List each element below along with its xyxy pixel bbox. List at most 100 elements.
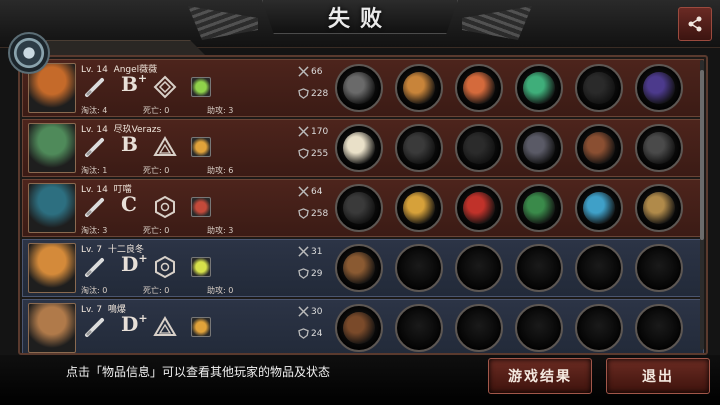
item-slot[interactable] [635, 304, 683, 352]
player-avatar[interactable] [28, 183, 76, 233]
item-image [343, 312, 375, 344]
player-level: Lv. 7 [81, 305, 103, 315]
shield-icon [298, 148, 309, 159]
player-stats: 淘汰: 3 死亡: 0 助攻: 3 [81, 225, 233, 236]
item-slot[interactable] [455, 184, 503, 232]
hint-text: 点击「物品信息」可以查看其他玩家的物品及状态 [66, 365, 331, 379]
defense-value: 24 [311, 329, 323, 339]
crossed-swords-icon [298, 246, 309, 257]
item-slot[interactable] [575, 64, 623, 112]
item-image [343, 72, 375, 104]
item-slot[interactable] [575, 304, 623, 352]
item-slot[interactable] [635, 124, 683, 172]
assist-count: 助攻: 0 [207, 286, 234, 295]
team-tab[interactable] [46, 40, 206, 56]
kill-stat: 66 [298, 66, 322, 77]
death-count: 死亡: 0 [143, 106, 170, 115]
defense-stat: 258 [298, 208, 328, 219]
item-image [523, 72, 555, 104]
player-level: Lv. 14 [81, 65, 108, 75]
item-image [403, 132, 435, 164]
item-slot[interactable] [395, 244, 443, 292]
item-slot[interactable] [335, 304, 383, 352]
grade-plus: + [137, 72, 148, 85]
kill-stat: 30 [298, 306, 322, 317]
share-button[interactable] [678, 7, 712, 41]
item-slot[interactable] [395, 304, 443, 352]
exit-button[interactable]: 退出 [606, 358, 710, 394]
kill-value: 30 [311, 307, 323, 317]
item-slot[interactable] [575, 244, 623, 292]
item-slot[interactable] [575, 184, 623, 232]
death-count: 死亡: 0 [143, 286, 170, 295]
assist-count: 助攻: 3 [207, 106, 234, 115]
player-stats: 淘汰: 1 死亡: 0 助攻: 6 [81, 165, 233, 176]
player-avatar[interactable] [28, 303, 76, 353]
player-grade: D+ [121, 312, 148, 336]
item-image [523, 132, 555, 164]
game-result-button[interactable]: 游戏结果 [488, 358, 592, 394]
item-slot[interactable] [515, 304, 563, 352]
player-level: Lv. 7 [81, 245, 103, 255]
player-stats: 淘汰: 4 死亡: 0 助攻: 3 [81, 105, 233, 116]
item-image [583, 132, 615, 164]
share-icon [688, 16, 702, 32]
crossed-swords-icon [298, 186, 309, 197]
item-slot[interactable] [335, 64, 383, 112]
item-slot[interactable] [515, 124, 563, 172]
death-count: 死亡: 0 [143, 166, 170, 175]
player-row[interactable]: Lv. 7 鳴爆 D+ 30 24 [22, 299, 704, 353]
assist-count: 助攻: 3 [207, 226, 234, 235]
player-level: Lv. 14 [81, 125, 108, 135]
player-row[interactable]: Lv. 14 Angel薇薇 B+ 淘汰: 4 死亡: 0 助攻: 3 66 228 [22, 59, 704, 117]
item-image [463, 192, 495, 224]
player-stats: 淘汰: 0 死亡: 0 助攻: 0 [81, 285, 233, 296]
item-slot[interactable] [335, 184, 383, 232]
item-image [583, 192, 615, 224]
item-slot[interactable] [455, 64, 503, 112]
item-slot[interactable] [335, 124, 383, 172]
left-wing-ornament [188, 6, 258, 40]
scroll-thumb[interactable] [700, 70, 704, 240]
item-slot[interactable] [455, 304, 503, 352]
item-slot[interactable] [515, 64, 563, 112]
shield-icon [298, 268, 309, 279]
player-level: Lv. 14 [81, 185, 108, 195]
eliminated-count: 淘汰: 1 [81, 166, 108, 175]
item-slot[interactable] [395, 184, 443, 232]
item-slot[interactable] [515, 184, 563, 232]
skill-icon [191, 317, 211, 337]
player-row[interactable]: Lv. 14 叮噹 C 淘汰: 3 死亡: 0 助攻: 3 64 258 [22, 179, 704, 237]
player-avatar[interactable] [28, 243, 76, 293]
defense-value: 228 [311, 89, 329, 99]
eliminated-count: 淘汰: 3 [81, 226, 108, 235]
item-image [583, 72, 615, 104]
item-slot[interactable] [455, 244, 503, 292]
kill-stat: 64 [298, 186, 322, 197]
item-image [343, 192, 375, 224]
item-slot[interactable] [575, 124, 623, 172]
item-image [643, 72, 675, 104]
item-slot[interactable] [515, 244, 563, 292]
kill-value: 66 [311, 67, 323, 77]
item-image [463, 132, 495, 164]
scrollbar[interactable] [700, 60, 704, 350]
item-slot[interactable] [335, 244, 383, 292]
item-image [403, 192, 435, 224]
death-count: 死亡: 0 [143, 226, 170, 235]
player-row[interactable]: Lv. 7 十二良冬 D+ 淘汰: 0 死亡: 0 助攻: 0 31 29 [22, 239, 704, 297]
defense-value: 29 [311, 269, 323, 279]
grade-letter: D [121, 312, 139, 336]
item-slot[interactable] [635, 244, 683, 292]
player-row[interactable]: Lv. 14 尽玖Verazs B 淘汰: 1 死亡: 0 助攻: 6 170 255 [22, 119, 704, 177]
item-slot[interactable] [635, 184, 683, 232]
player-avatar[interactable] [28, 123, 76, 173]
kill-value: 64 [311, 187, 323, 197]
skill-icon [191, 197, 211, 217]
kill-value: 31 [311, 247, 323, 257]
item-slot[interactable] [395, 124, 443, 172]
item-slot[interactable] [635, 64, 683, 112]
skill-icon [191, 257, 211, 277]
item-slot[interactable] [455, 124, 503, 172]
item-slot[interactable] [395, 64, 443, 112]
